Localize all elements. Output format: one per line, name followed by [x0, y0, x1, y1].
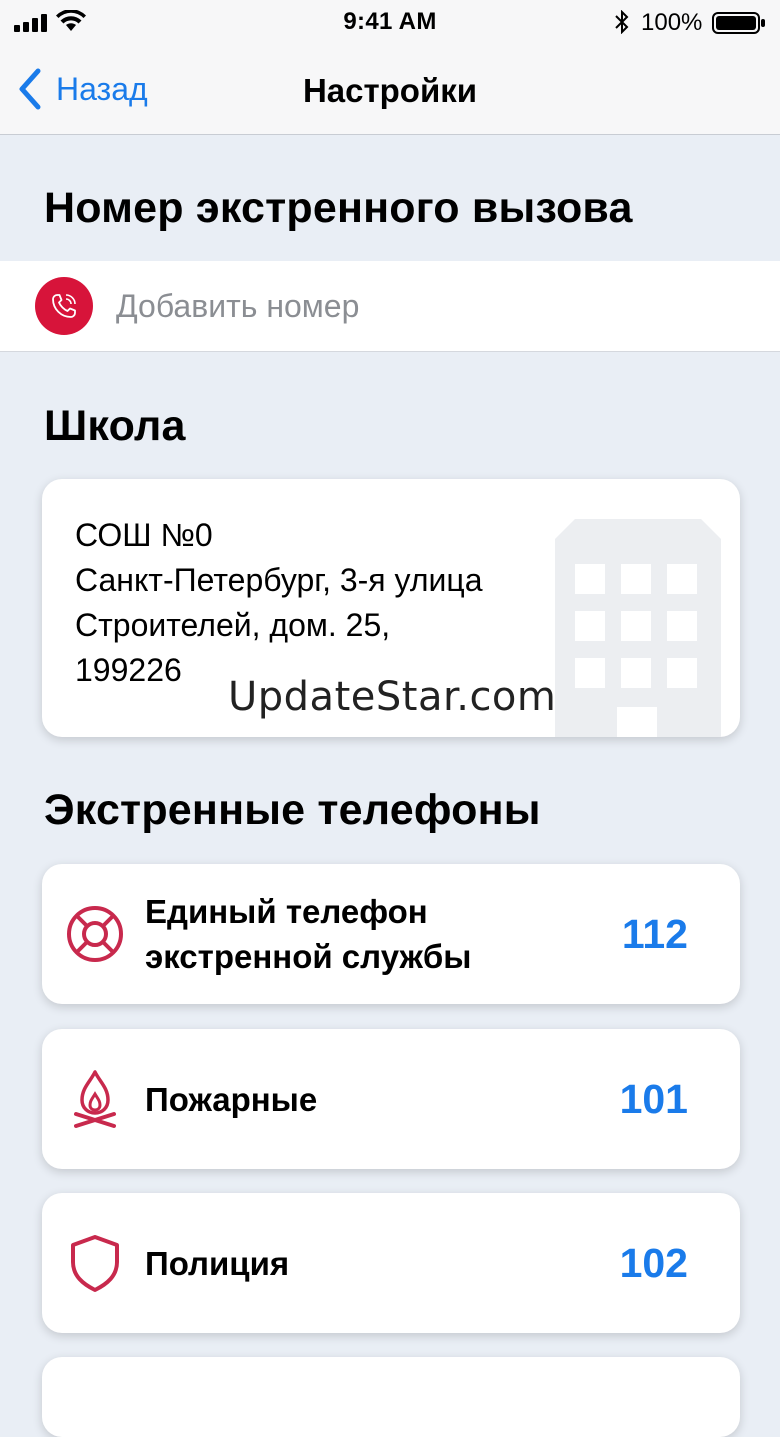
add-number-row[interactable]: Добавить номер [0, 261, 780, 352]
nav-bar: Назад Настройки [0, 46, 780, 135]
school-title: Школа [44, 402, 186, 450]
watermark: UpdateStar.com [228, 674, 557, 720]
battery-percent: 100% [641, 9, 703, 36]
bluetooth-icon [615, 10, 629, 34]
battery-icon [712, 12, 765, 34]
lifebuoy-icon [67, 906, 123, 962]
label-line1: Единый телефон [145, 893, 428, 930]
phone-card-101[interactable]: Пожарные 101 [42, 1029, 740, 1169]
add-number-label: Добавить номер [116, 287, 360, 324]
phone-card-label: Единый телефон экстренной службы [145, 889, 471, 979]
phone-card-label: Полиция [145, 1244, 290, 1282]
school-address-line1: Санкт-Петербург, 3-я улица [75, 562, 483, 598]
shield-icon [71, 1235, 119, 1292]
phone-icon [35, 277, 93, 335]
school-name: СОШ №0 [75, 517, 213, 553]
page-title: Настройки [302, 72, 478, 109]
emergency-phones-title: Экстренные телефоны [44, 786, 541, 834]
phone-card-partial[interactable] [42, 1357, 740, 1437]
label-line2: экстренной службы [145, 938, 472, 975]
phone-number[interactable]: 101 [620, 1076, 688, 1123]
school-address: СОШ №0 Санкт-Петербург, 3-я улица Строит… [75, 513, 482, 693]
phone-card-label: Пожарные [145, 1080, 318, 1118]
emergency-number-title: Номер экстренного вызова [44, 184, 633, 232]
school-address-line2: Строителей, дом. 25, [75, 607, 391, 643]
status-bar: 9:41 AM 100% [0, 0, 780, 46]
phone-number[interactable]: 102 [620, 1240, 688, 1287]
phone-card-102[interactable]: Полиция 102 [42, 1193, 740, 1333]
phone-number[interactable]: 112 [622, 911, 688, 958]
phone-card-112[interactable]: Единый телефон экстренной службы 112 [42, 864, 740, 1004]
building-icon [555, 519, 721, 737]
fire-icon [74, 1070, 116, 1128]
